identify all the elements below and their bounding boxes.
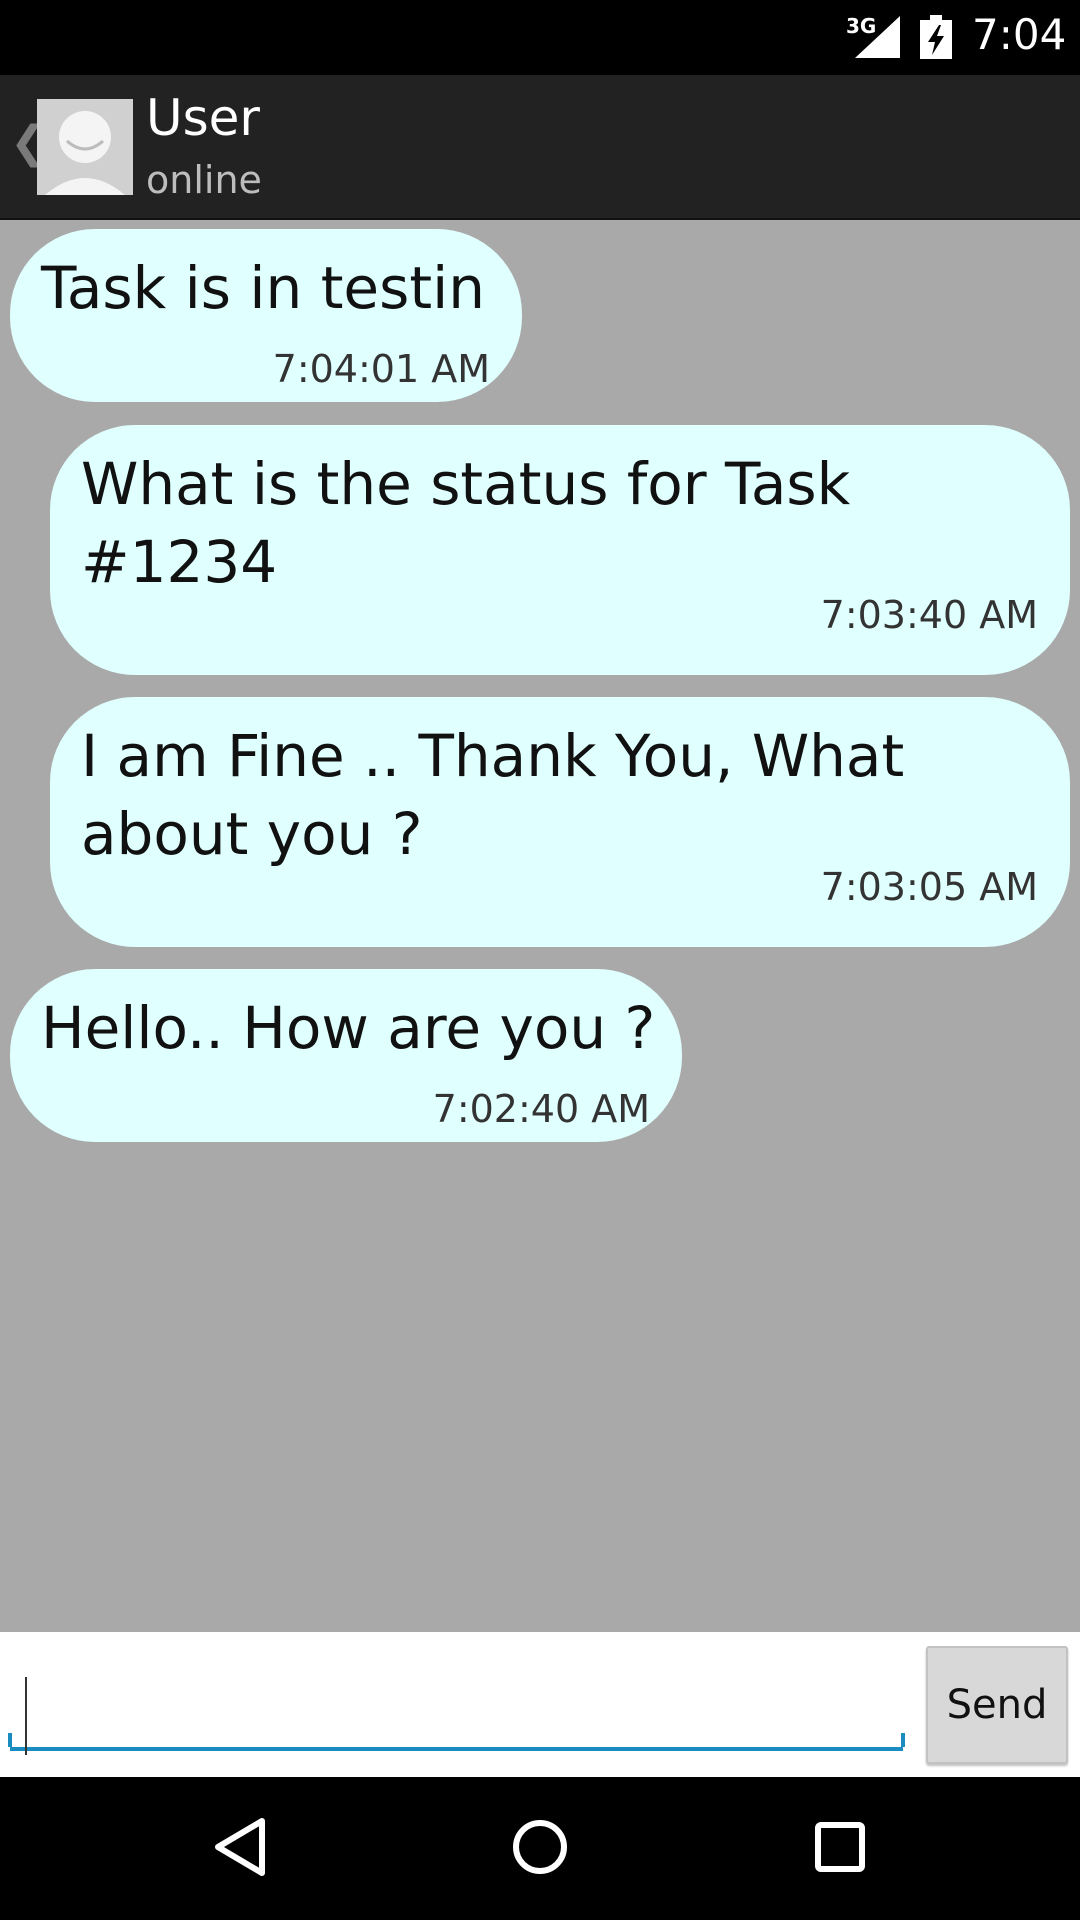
message-time: 7:04:01 AM (272, 347, 490, 391)
message-bubble[interactable]: Task is in testin 7:04:01 AM (10, 229, 522, 402)
recents-square-icon[interactable] (800, 1807, 880, 1887)
message-text: I am Fine .. Thank You, What about you ? (81, 722, 905, 868)
message-time: 7:03:40 AM (820, 593, 1038, 637)
back-triangle-icon[interactable] (200, 1807, 280, 1887)
message-text: Task is in testin (41, 254, 485, 322)
contact-status: online (146, 158, 262, 202)
text-cursor (25, 1677, 27, 1755)
message-input[interactable] (8, 1677, 905, 1751)
message-bubble[interactable]: I am Fine .. Thank You, What about you ?… (50, 697, 1070, 947)
navigation-bar (0, 1777, 1080, 1920)
message-list[interactable]: Task is in testin 7:04:01 AM What is the… (0, 220, 1080, 1630)
avatar[interactable] (37, 99, 133, 195)
message-text: Hello.. How are you ? (41, 994, 656, 1062)
chat-header: ❮ User online (0, 75, 1080, 220)
message-bubble[interactable]: Hello.. How are you ? 7:02:40 AM (10, 969, 682, 1142)
home-circle-icon[interactable] (500, 1807, 580, 1887)
composer: Send (0, 1632, 1080, 1777)
avatar-placeholder-icon (37, 99, 133, 195)
status-clock: 7:04 (972, 10, 1067, 59)
battery-charging-icon (920, 15, 952, 59)
status-bar: 3G 7:04 (0, 0, 1080, 75)
message-time: 7:03:05 AM (820, 865, 1038, 909)
message-text: What is the status for Task #1234 (81, 450, 851, 596)
signal-icon (855, 16, 900, 58)
contact-name: User (146, 89, 260, 147)
send-button[interactable]: Send (926, 1646, 1068, 1764)
message-time: 7:02:40 AM (432, 1087, 650, 1131)
message-bubble[interactable]: What is the status for Task #1234 7:03:4… (50, 425, 1070, 675)
